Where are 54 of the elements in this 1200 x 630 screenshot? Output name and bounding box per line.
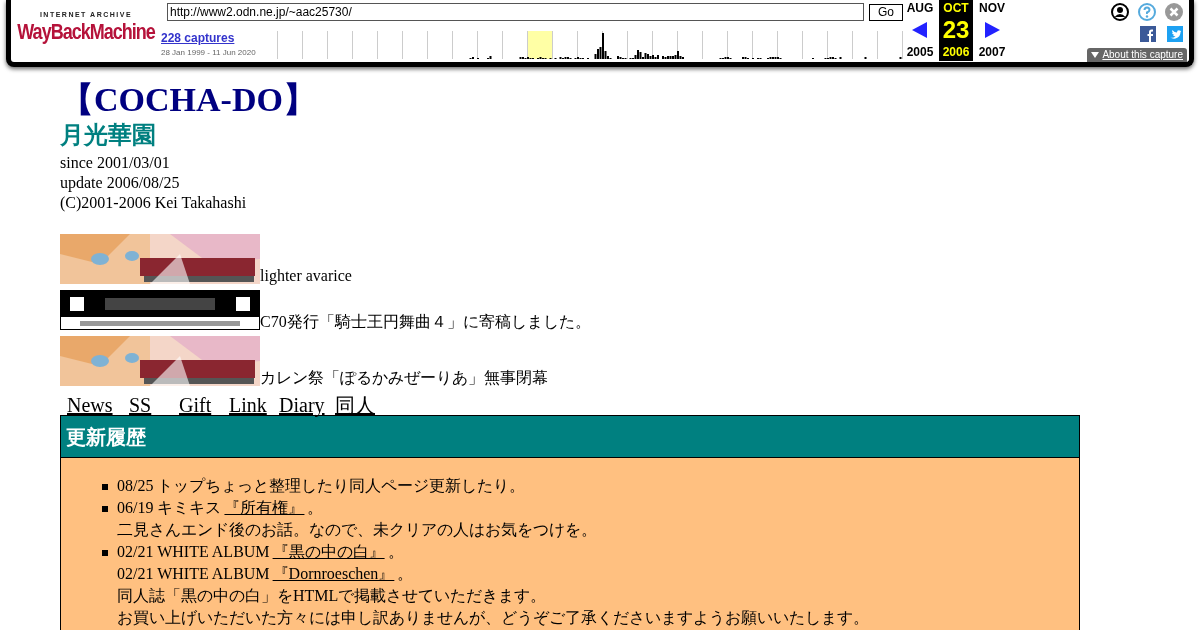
year-label: 2007	[978, 45, 1006, 59]
news-text: 08/25 トップちょっと整理したり同人ページ更新したり。	[117, 477, 526, 494]
news-text: 同人誌「黒の中の白」をHTMLで掲載させていただきます。	[117, 587, 547, 604]
month-link[interactable]: NOV 2007	[975, 0, 1009, 61]
capture-histogram[interactable]	[277, 31, 903, 59]
banner-caption: C70発行「騎士王円舞曲４」に寄稿しました。	[260, 314, 591, 330]
facebook-icon[interactable]	[1140, 26, 1156, 42]
news-text: 02/21 WHITE ALBUM	[117, 543, 270, 560]
caret-icon	[1091, 52, 1100, 58]
story-title-link[interactable]: 『黒の中の白』	[269, 543, 388, 560]
go-button[interactable]: Go	[869, 3, 903, 21]
twitter-icon[interactable]	[1167, 26, 1183, 42]
nav-link[interactable]: SS	[129, 395, 179, 415]
bullet-icon	[102, 484, 108, 490]
year-label: 2006	[942, 45, 970, 59]
banner-caption: カレン祭「ぽるかみぜーりあ」無事閉幕	[260, 370, 548, 386]
info-line: since 2001/03/01	[60, 154, 171, 172]
nav-link[interactable]: Diary	[279, 395, 335, 415]
story-title-link[interactable]: 『Dornroeschen』	[269, 565, 398, 582]
bullet-icon	[102, 550, 108, 556]
site-title: 【COCHA-DO】	[60, 80, 318, 120]
bullet-icon	[102, 506, 108, 512]
nav-link[interactable]: News	[67, 395, 129, 415]
news-heading: 更新履歴	[61, 416, 1079, 458]
story-title-link[interactable]: 『所有権』	[221, 499, 308, 516]
selected-month[interactable]: OCT 23 2006	[939, 0, 973, 61]
news-text: 。	[397, 565, 414, 582]
news-text: 二見さんエンド後のお話。なので、未クリアの人はお気をつけを。	[117, 521, 597, 538]
date-range: 28 Jan 1999 - 11 Jun 2020	[161, 47, 257, 59]
month-link[interactable]: AUG 2005	[903, 0, 937, 61]
info-line: update 2006/08/25	[60, 174, 181, 192]
news-text: 。	[387, 543, 404, 560]
year-label: 2005	[906, 45, 934, 59]
month-label: NOV	[979, 1, 1005, 15]
captures-link[interactable]: 228 captures	[161, 31, 277, 45]
news-text: 。	[307, 499, 324, 516]
banner-caption: lighter avarice	[260, 268, 352, 284]
news-text: 02/21 WHITE ALBUM	[117, 565, 270, 582]
month-label: AUG	[906, 1, 934, 15]
news-text: お買い上げいただいた方々には申し訳ありませんが、どうぞご了承くださいますようお願いいたします。	[117, 609, 869, 626]
news-text: 06/19 キミキス	[117, 499, 222, 516]
about-capture-button[interactable]: About this capture	[1087, 48, 1187, 62]
site-subtitle: 月光華園	[60, 121, 157, 149]
nav-link[interactable]: Gift	[179, 395, 229, 415]
close-icon[interactable]	[1165, 3, 1183, 21]
nav-link[interactable]: Link	[229, 395, 279, 415]
url-field[interactable]: http://www2.odn.ne.jp/~aac25730/	[167, 3, 864, 21]
wayback-logo[interactable]: WayBackMachine	[17, 18, 155, 43]
day-label: 23	[942, 15, 970, 45]
nav-link[interactable]: 同人	[335, 395, 375, 415]
month-label: OCT	[943, 1, 969, 15]
user-icon[interactable]	[1111, 3, 1129, 21]
info-line: (C)2001-2006 Kei Takahashi	[60, 194, 248, 212]
help-icon[interactable]	[1138, 3, 1156, 21]
